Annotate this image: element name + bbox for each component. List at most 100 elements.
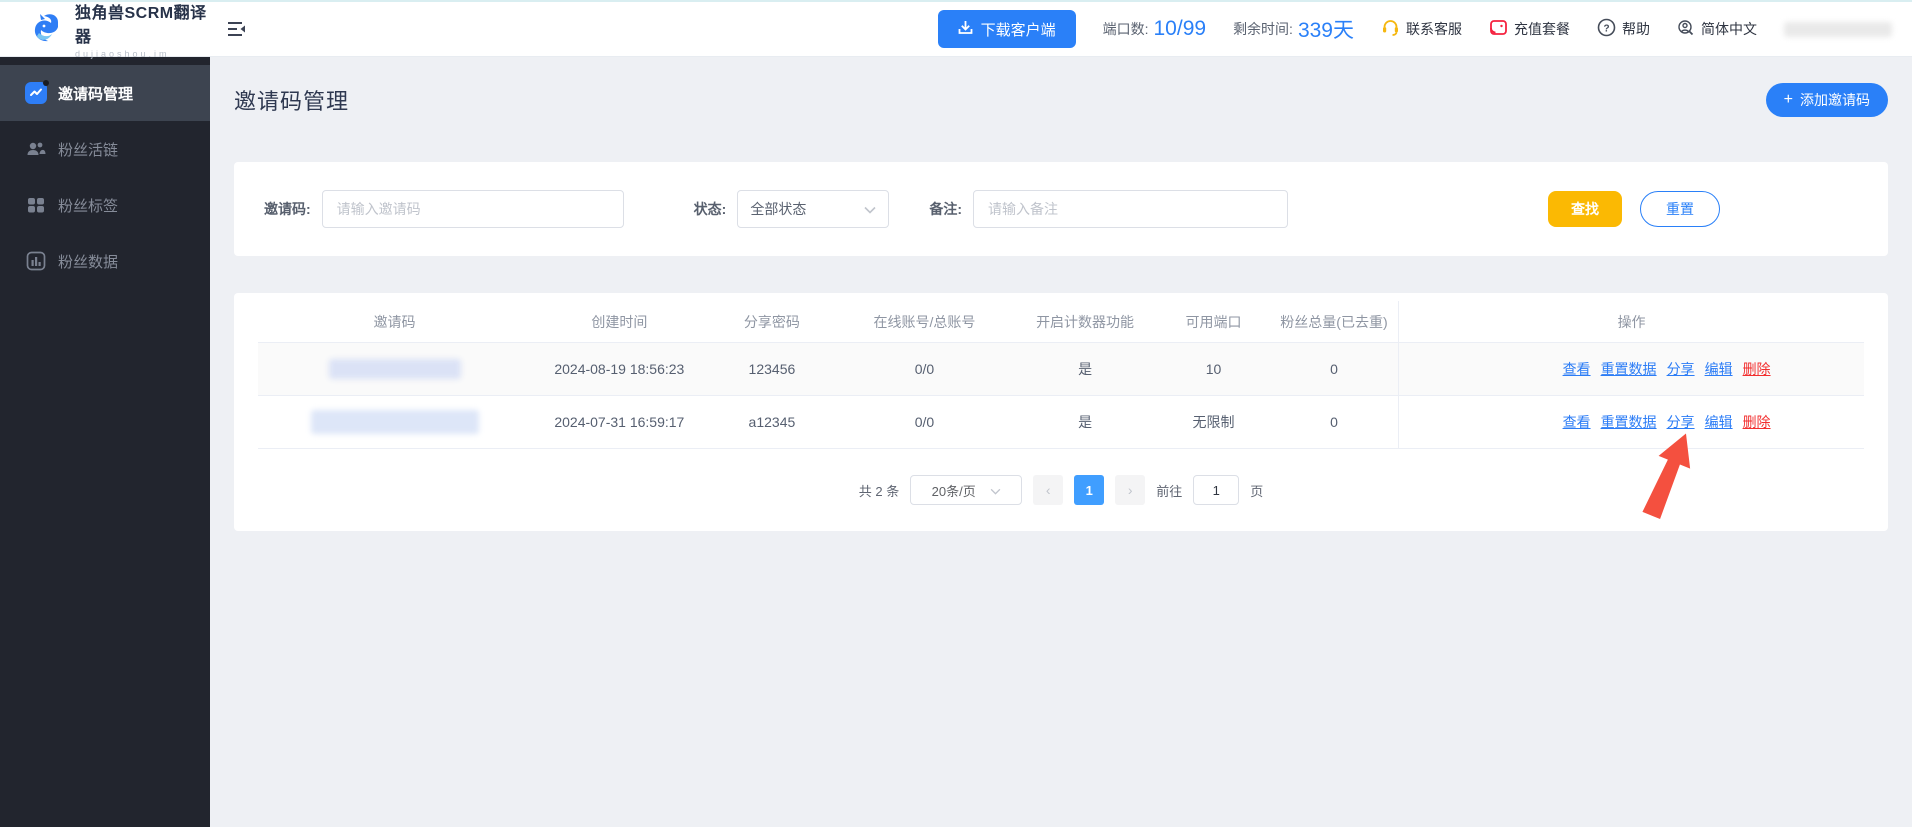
created-cell: 2024-07-31 16:59:17 xyxy=(554,414,685,430)
language-label: 简体中文 xyxy=(1701,21,1757,37)
page-size-select[interactable]: 20条/页 xyxy=(910,475,1023,505)
account-name-redacted[interactable] xyxy=(1784,21,1892,37)
invite-code-redacted xyxy=(328,359,461,379)
pagination: 共 2 条 20条/页 ‹ 1 › 前往 页 xyxy=(258,475,1864,505)
sidebar-item-label: 粉丝标签 xyxy=(58,197,119,215)
sidebar-item-fan-links[interactable]: 粉丝活链 xyxy=(0,121,210,177)
column-header-created: 创建时间 xyxy=(591,313,648,330)
invite-code-filter-input[interactable] xyxy=(321,190,624,228)
password-cell: a12345 xyxy=(748,414,796,430)
trend-chart-icon xyxy=(25,80,49,104)
remaining-time-label: 剩余时间: xyxy=(1233,21,1293,37)
ports-cell: 10 xyxy=(1205,361,1222,377)
chevron-down-icon xyxy=(864,201,876,217)
sidebar-item-label: 邀请码管理 xyxy=(58,85,134,103)
table-row: 2024-07-31 16:59:17 a12345 0/0 是 无限制 0 查… xyxy=(258,396,1864,449)
sidebar-item-label: 粉丝数据 xyxy=(58,253,119,271)
created-cell: 2024-08-19 18:56:23 xyxy=(554,361,685,377)
remark-filter-input[interactable] xyxy=(973,190,1289,228)
help-label: 帮助 xyxy=(1622,21,1650,37)
column-header-password: 分享密码 xyxy=(743,313,800,330)
chevron-down-icon xyxy=(990,483,1001,498)
status-filter-select[interactable]: 全部状态 xyxy=(737,190,890,228)
ports-cell: 无限制 xyxy=(1192,414,1235,430)
main-content: 邀请码管理 + 添加邀请码 邀请码: 状态: 全部状态 备注: 查找 重置 xyxy=(210,57,1912,827)
invite-code-table-card: 邀请码 创建时间 分享密码 在线账号/总账号 开启计数器功能 可用端口 粉丝总量… xyxy=(234,293,1888,531)
invite-code-cell xyxy=(258,343,531,395)
invite-code-filter-group: 邀请码: xyxy=(264,190,624,228)
brand-title: 独角兽SCRM翻译器 xyxy=(75,5,207,46)
accounts-cell: 0/0 xyxy=(914,361,935,377)
remaining-time-stat: 剩余时间: 339天 xyxy=(1233,14,1354,44)
column-header-invite-code: 邀请码 xyxy=(373,313,416,330)
invite-code-redacted xyxy=(310,410,479,434)
share-link[interactable]: 分享 xyxy=(1667,412,1695,432)
brand-text: 独角兽SCRM翻译器 dujiaoshou.im xyxy=(75,0,210,59)
help-item[interactable]: ? 帮助 xyxy=(1597,18,1650,40)
edit-link[interactable]: 编辑 xyxy=(1705,359,1733,379)
prev-page-button[interactable]: ‹ xyxy=(1033,475,1064,505)
sidebar-item-invite-code[interactable]: 邀请码管理 xyxy=(0,65,210,121)
svg-text:?: ? xyxy=(1603,23,1609,34)
unicorn-logo-icon xyxy=(30,9,66,50)
remark-filter-group: 备注: xyxy=(929,190,1289,228)
users-icon xyxy=(25,138,47,160)
reset-data-link[interactable]: 重置数据 xyxy=(1601,359,1657,379)
reset-data-link[interactable]: 重置数据 xyxy=(1601,412,1657,432)
next-page-button[interactable]: › xyxy=(1115,475,1146,505)
fans-cell: 0 xyxy=(1330,361,1338,377)
contact-support-item[interactable]: 联系客服 xyxy=(1381,18,1462,40)
password-cell: 123456 xyxy=(748,361,796,377)
filter-bar: 邀请码: 状态: 全部状态 备注: 查找 重置 xyxy=(234,162,1888,256)
view-link[interactable]: 查看 xyxy=(1563,359,1591,379)
language-switcher[interactable]: 简体中文 xyxy=(1677,19,1757,40)
brand-logo: 独角兽SCRM翻译器 dujiaoshou.im xyxy=(0,0,210,59)
column-header-accounts: 在线账号/总账号 xyxy=(873,313,976,330)
table-header-row: 邀请码 创建时间 分享密码 在线账号/总账号 开启计数器功能 可用端口 粉丝总量… xyxy=(258,301,1864,343)
download-client-button[interactable]: 下载客户端 xyxy=(937,10,1076,48)
sidebar-item-fan-tags[interactable]: 粉丝标签 xyxy=(0,177,210,233)
port-count-value: 10/99 xyxy=(1153,17,1207,40)
invite-code-filter-label: 邀请码: xyxy=(264,201,311,217)
remark-filter-label: 备注: xyxy=(929,201,963,217)
sidebar-item-fan-data[interactable]: 粉丝数据 xyxy=(0,233,210,289)
accounts-cell: 0/0 xyxy=(914,414,935,430)
goto-page-label: 前往 xyxy=(1156,483,1183,499)
remaining-time-value: 339天 xyxy=(1297,19,1354,42)
actions-cell: 查看 重置数据 分享 编辑 删除 xyxy=(1398,343,1864,395)
actions-cell: 查看 重置数据 分享 编辑 删除 xyxy=(1398,396,1864,448)
search-button[interactable]: 查找 xyxy=(1548,191,1622,227)
column-header-counter: 开启计数器功能 xyxy=(1036,313,1135,330)
share-link[interactable]: 分享 xyxy=(1667,359,1695,379)
recharge-plan-item[interactable]: 充值套餐 xyxy=(1489,18,1570,40)
port-count-label: 端口数: xyxy=(1102,21,1149,37)
bar-chart-icon xyxy=(25,250,47,272)
download-icon xyxy=(958,20,973,39)
plus-icon: + xyxy=(1783,91,1793,108)
status-filter-value: 全部状态 xyxy=(750,201,807,217)
brand-subtitle: dujiaoshou.im xyxy=(75,49,170,59)
total-count-label: 共 2 条 xyxy=(858,483,900,499)
status-filter-group: 状态: 全部状态 xyxy=(694,190,890,228)
goto-page-input[interactable] xyxy=(1193,475,1240,505)
contact-support-label: 联系客服 xyxy=(1406,21,1462,37)
delete-link[interactable]: 删除 xyxy=(1743,412,1771,432)
current-page-button[interactable]: 1 xyxy=(1074,475,1105,505)
delete-link[interactable]: 删除 xyxy=(1743,359,1771,379)
sidebar-item-label: 粉丝活链 xyxy=(58,141,119,159)
language-globe-icon xyxy=(1677,19,1695,40)
counter-cell: 是 xyxy=(1078,414,1093,430)
edit-link[interactable]: 编辑 xyxy=(1705,412,1733,432)
recharge-plan-label: 充值套餐 xyxy=(1514,21,1570,37)
page-title: 邀请码管理 xyxy=(234,89,350,114)
add-invite-code-button[interactable]: + 添加邀请码 xyxy=(1765,83,1888,117)
page-size-value: 20条/页 xyxy=(931,483,976,499)
view-link[interactable]: 查看 xyxy=(1563,412,1591,432)
add-invite-code-label: 添加邀请码 xyxy=(1800,92,1870,108)
topbar-right-group: 下载客户端 端口数: 10/99 剩余时间: 339天 联系客服 充值套餐 ? … xyxy=(937,10,1912,48)
reset-button[interactable]: 重置 xyxy=(1640,191,1720,227)
sidebar-collapse-icon[interactable] xyxy=(227,21,247,37)
column-header-ports: 可用端口 xyxy=(1185,313,1242,330)
download-button-label: 下载客户端 xyxy=(980,21,1056,39)
column-header-fans: 粉丝总量(已去重) xyxy=(1280,313,1388,330)
